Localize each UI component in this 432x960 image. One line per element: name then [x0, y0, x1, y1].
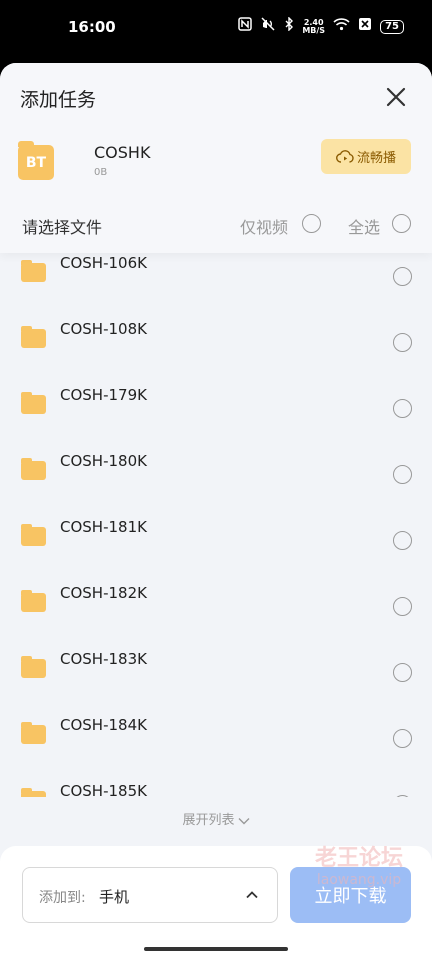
- expand-list-button[interactable]: 展开列表: [0, 809, 432, 828]
- list-item[interactable]: COSH-182K: [0, 571, 432, 637]
- folder-icon: [21, 590, 46, 612]
- folder-icon: [21, 524, 46, 546]
- folder-icon: [21, 458, 46, 480]
- list-item[interactable]: COSH-108K: [0, 307, 432, 373]
- watermark-en: laowang.vip: [316, 872, 402, 888]
- chevron-down-icon: [238, 817, 249, 824]
- bt-file-icon: BT: [18, 141, 54, 181]
- cloud-play-icon: [336, 149, 354, 163]
- status-bar: 16:00 2.40 MB/S 75: [0, 0, 432, 56]
- file-select-radio[interactable]: [393, 399, 412, 418]
- folder-icon: [21, 326, 46, 348]
- sheet-title: 添加任务: [20, 89, 97, 111]
- folder-icon: [21, 788, 46, 797]
- video-only-label[interactable]: 仅视频: [240, 214, 288, 238]
- smooth-play-button[interactable]: 流畅播: [321, 139, 411, 174]
- file-select-radio[interactable]: [393, 729, 412, 748]
- expand-list-label: 展开列表: [182, 813, 235, 828]
- close-icon: [386, 87, 406, 107]
- select-files-label: 请选择文件: [22, 218, 103, 237]
- folder-icon: [21, 656, 46, 678]
- folder-icon: [21, 392, 46, 414]
- nfc-icon: [238, 17, 253, 36]
- file-select-radio[interactable]: [393, 465, 412, 484]
- bluetooth-icon: [284, 16, 294, 36]
- file-select-radio[interactable]: [393, 597, 412, 616]
- file-name: COSH-181K: [60, 518, 147, 536]
- watermark: 老王论坛 laowang.vip: [304, 840, 414, 888]
- file-name: COSH-179K: [60, 386, 147, 404]
- select-all-label[interactable]: 全选: [348, 214, 380, 238]
- file-list[interactable]: COSH-106K COSH-108K COSH-179K COSH-180K …: [0, 241, 432, 797]
- file-select-radio[interactable]: [393, 663, 412, 682]
- close-button[interactable]: [380, 81, 412, 113]
- destination-select[interactable]: 添加到: 手机: [22, 867, 278, 923]
- select-all-radio[interactable]: [392, 214, 411, 233]
- status-time: 16:00: [68, 18, 116, 36]
- wifi-icon: [333, 17, 350, 36]
- destination-label: 添加到:: [39, 890, 86, 906]
- file-name: COSH-182K: [60, 584, 147, 602]
- speed-icon: 2.40 MB/S: [302, 17, 326, 35]
- add-task-sheet: 添加任务 BT COSHK 0B 流畅播 请选择文件 仅视频 全选 COSH-1…: [0, 63, 432, 960]
- file-name: COSH-184K: [60, 716, 147, 734]
- folder-icon: [21, 260, 46, 282]
- mute-icon: [260, 17, 276, 36]
- file-select-radio[interactable]: [393, 795, 412, 797]
- file-name: COSH-183K: [60, 650, 147, 668]
- sheet-header: 添加任务 BT COSHK 0B 流畅播 请选择文件 仅视频 全选: [0, 63, 432, 253]
- file-select-radio[interactable]: [393, 333, 412, 352]
- sim-icon: [358, 17, 372, 36]
- file-name: COSH-108K: [60, 320, 147, 338]
- file-name: COSH-106K: [60, 254, 147, 272]
- watermark-cn: 老王论坛: [314, 846, 403, 871]
- list-item[interactable]: COSH-180K: [0, 439, 432, 505]
- folder-icon: [21, 722, 46, 744]
- torrent-size: 0B: [94, 167, 108, 178]
- chevron-up-icon: [246, 891, 258, 899]
- video-only-radio[interactable]: [302, 214, 321, 233]
- list-item[interactable]: COSH-181K: [0, 505, 432, 571]
- destination-value: 手机: [99, 888, 130, 906]
- status-icons: 2.40 MB/S 75: [238, 16, 404, 36]
- list-item[interactable]: COSH-183K: [0, 637, 432, 703]
- torrent-name: COSHK: [94, 143, 151, 162]
- file-select-radio[interactable]: [393, 531, 412, 550]
- list-item[interactable]: COSH-185K: [0, 769, 432, 797]
- list-item[interactable]: COSH-179K: [0, 373, 432, 439]
- list-item[interactable]: COSH-184K: [0, 703, 432, 769]
- file-name: COSH-180K: [60, 452, 147, 470]
- smooth-play-label: 流畅播: [356, 151, 396, 166]
- home-indicator[interactable]: [144, 947, 288, 951]
- file-select-radio[interactable]: [393, 267, 412, 286]
- file-name: COSH-185K: [60, 782, 147, 797]
- battery-icon: 75: [380, 19, 404, 34]
